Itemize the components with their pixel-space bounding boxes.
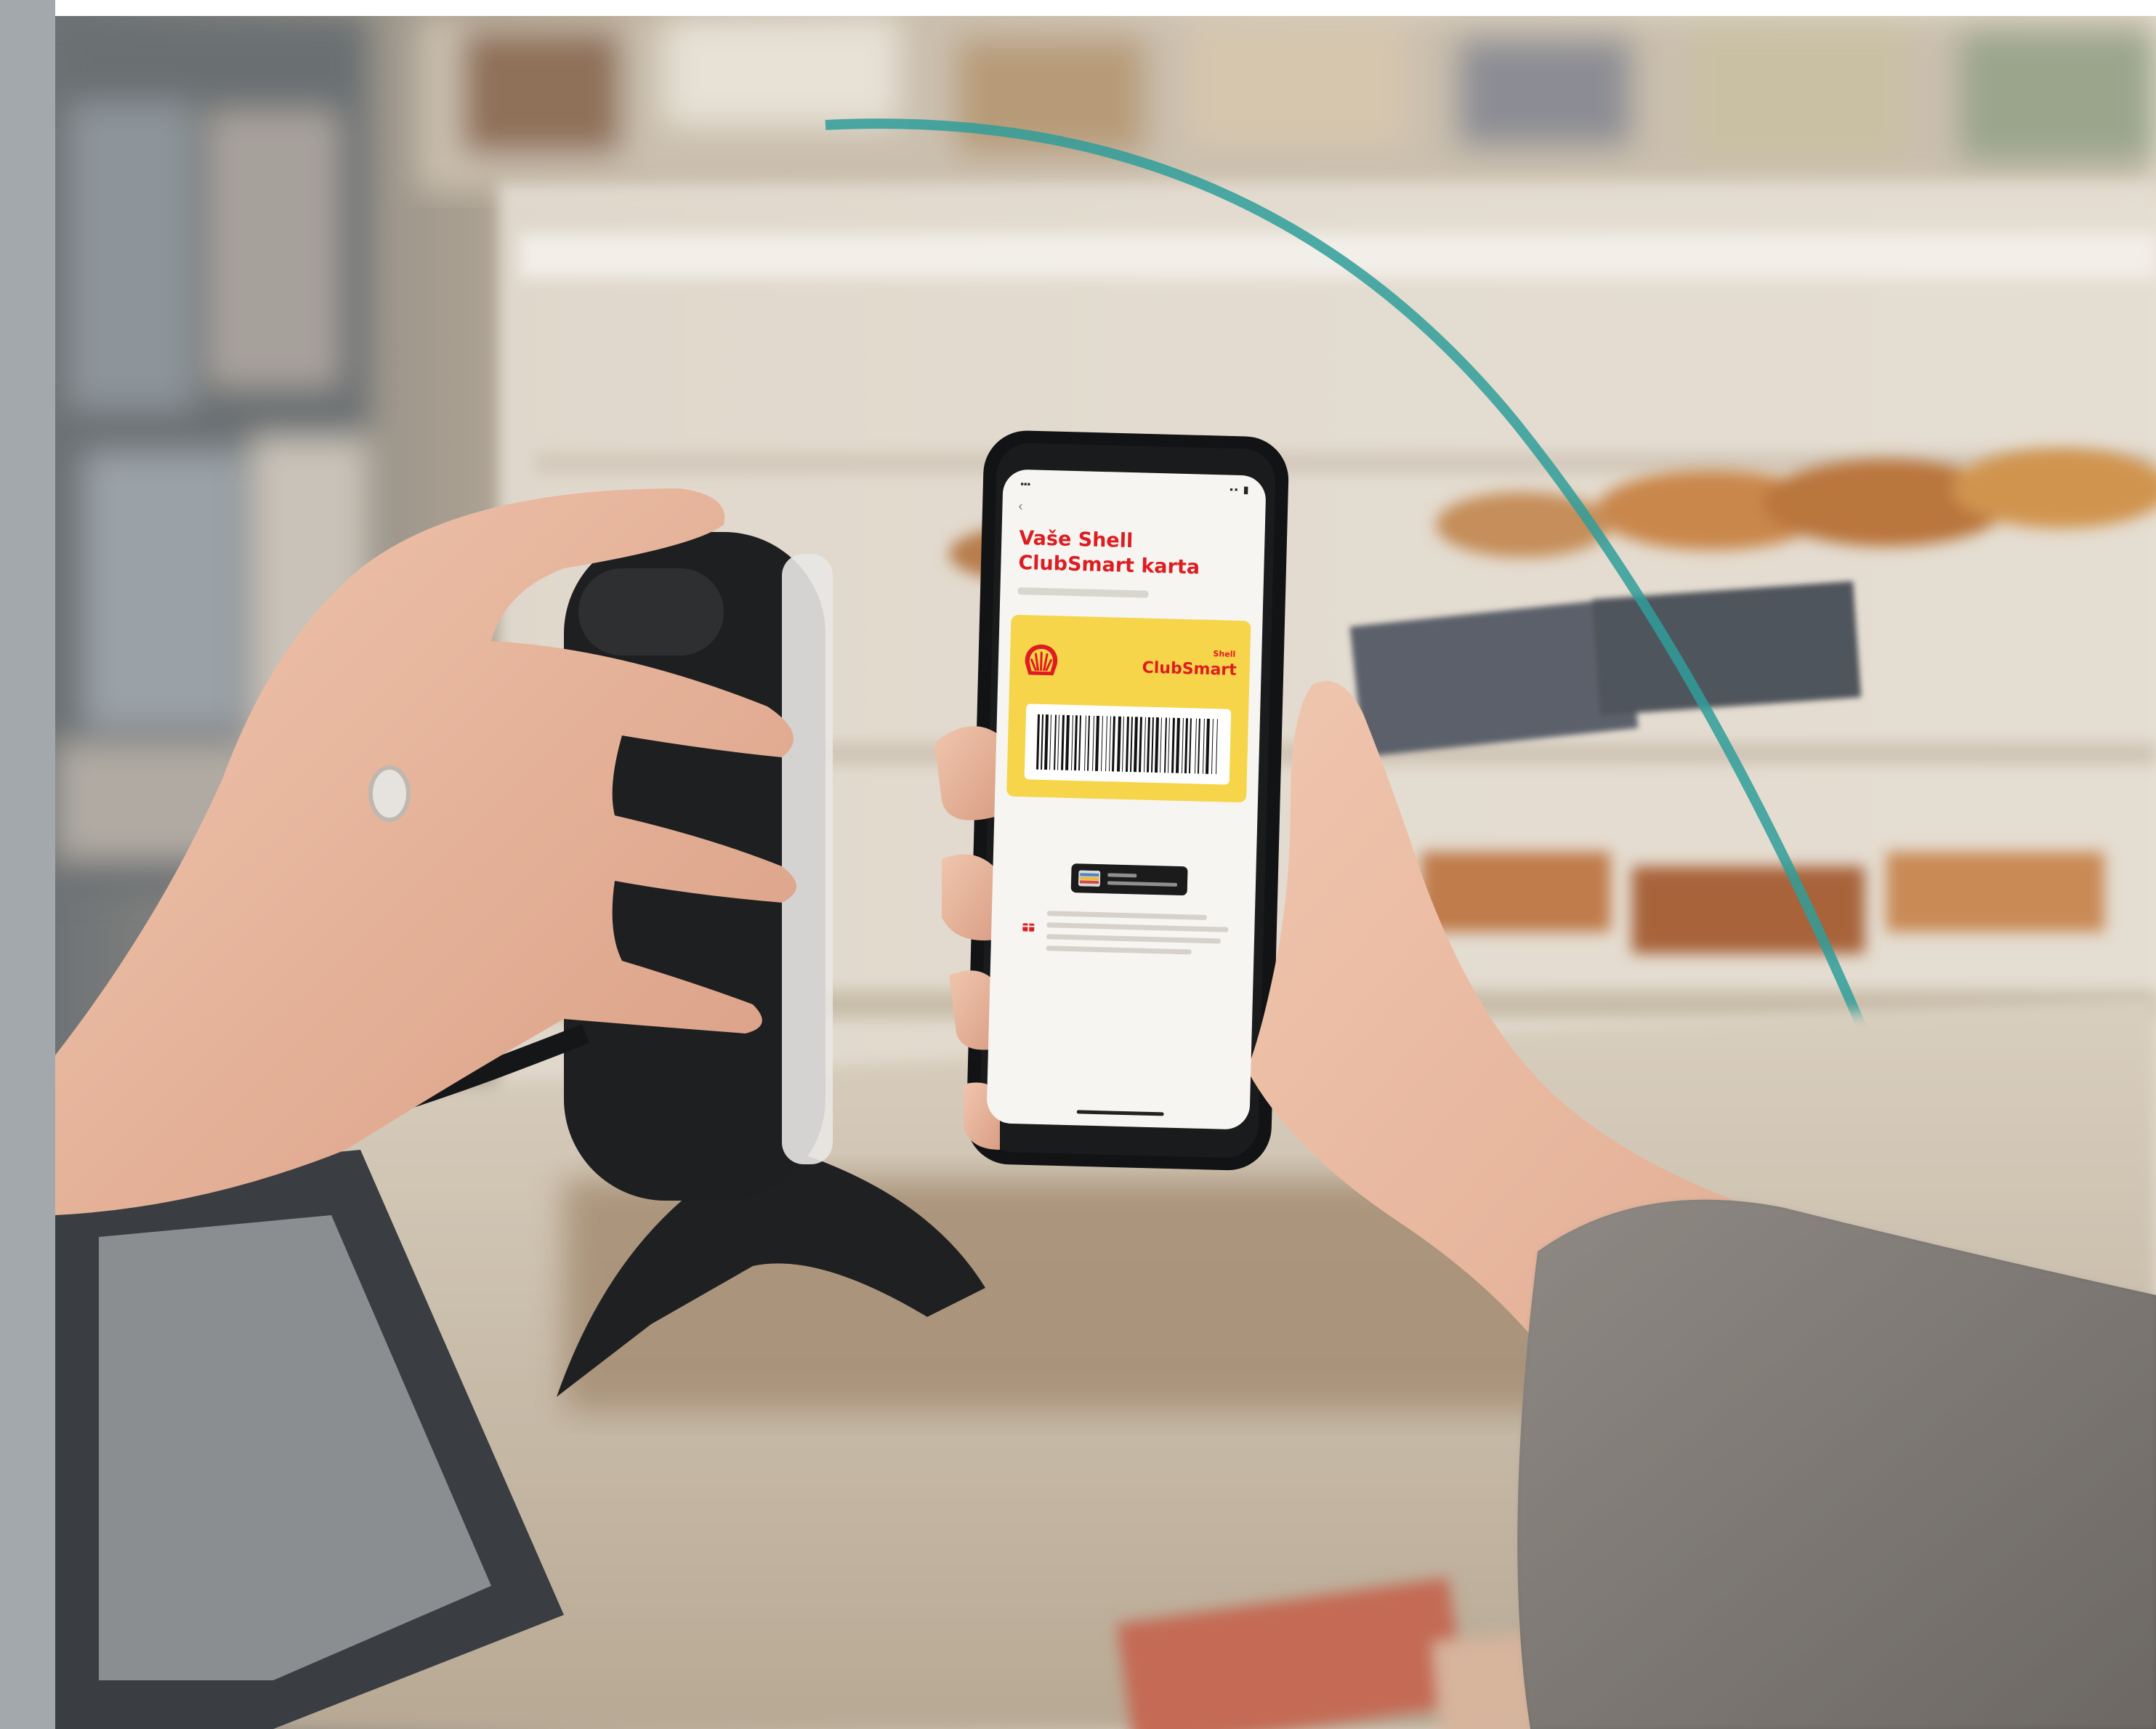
- barcode-bar: [1181, 718, 1184, 774]
- card-brand-title: ClubSmart: [1142, 658, 1238, 680]
- barcode-bar: [1150, 717, 1154, 773]
- barcode-bar: [1197, 718, 1200, 774]
- barcode-bar: [1101, 716, 1103, 772]
- barcode-bar: [1074, 715, 1078, 771]
- barcode-bar: [1184, 718, 1188, 774]
- barcode-bar: [1129, 717, 1133, 773]
- info-text-line: [1046, 922, 1229, 932]
- barcode-bar: [1167, 717, 1170, 773]
- info-text-line: [1046, 911, 1207, 920]
- barcode-bar: [1205, 718, 1210, 774]
- loyalty-card[interactable]: Shell ClubSmart: [1006, 614, 1251, 803]
- barcode-bar: [1146, 717, 1150, 773]
- phone-screen: ▪▪▪ ▪▪ ▮ ‹ Vaše Shell ClubSmart karta Sh…: [986, 469, 1267, 1130]
- info-text-line: [1046, 946, 1192, 955]
- barcode-bar: [1215, 719, 1218, 775]
- barcode-bar: [1112, 716, 1115, 772]
- barcode-bar: [1071, 715, 1074, 771]
- barcode-bar: [1092, 715, 1095, 771]
- shell-logo-icon: [1025, 644, 1058, 676]
- barcode-bar: [1154, 717, 1159, 773]
- barcode-bar: [1143, 717, 1146, 773]
- barcode-bar: [1087, 715, 1091, 771]
- barcode-bar: [1116, 716, 1121, 772]
- barcode-bar: [1109, 716, 1111, 772]
- barcode-bar: [1095, 715, 1099, 771]
- barcode-bar: [1041, 714, 1044, 770]
- barcode-bar: [1057, 714, 1060, 770]
- barcode-bar: [1133, 717, 1138, 773]
- barcode-bar: [1194, 718, 1197, 774]
- barcode-bar: [1078, 715, 1082, 771]
- subtitle-placeholder: [1017, 587, 1149, 598]
- card-brand-small: Shell: [1213, 649, 1236, 659]
- gift-icon: [1022, 921, 1035, 932]
- blurred-top-shelves: [419, 16, 2156, 190]
- barcode-bar: [1044, 714, 1049, 770]
- left-grey-strip: [0, 0, 55, 1729]
- status-time: ▪▪▪: [1020, 478, 1031, 490]
- barcode-bar: [1138, 717, 1142, 773]
- wallet-text-line: [1107, 881, 1178, 887]
- barcode-bar: [1049, 714, 1052, 770]
- barcode-bar: [1188, 718, 1192, 774]
- barcode-bar: [1061, 714, 1065, 770]
- barcode-bar: [1121, 716, 1124, 772]
- wallet-icon: [1078, 870, 1101, 887]
- wallet-text-line: [1107, 873, 1137, 878]
- add-to-wallet-button[interactable]: [1070, 863, 1188, 896]
- barcode-bar: [1171, 717, 1175, 773]
- barcode-bar: [1084, 715, 1087, 771]
- barcode-bar: [1125, 716, 1129, 773]
- barcode-bar: [1036, 714, 1041, 770]
- signal-battery-icon: ▪▪ ▮: [1230, 483, 1251, 496]
- photo-page: ▪▪▪ ▪▪ ▮ ‹ Vaše Shell ClubSmart karta Sh…: [0, 0, 2156, 1729]
- info-text-line: [1046, 934, 1222, 944]
- barcode-bar: [1163, 717, 1167, 773]
- barcode-bar: [1202, 718, 1205, 774]
- screen-title: Vaše Shell ClubSmart karta: [1018, 527, 1200, 579]
- barcode-bar: [1054, 714, 1057, 770]
- home-indicator: [1076, 1110, 1164, 1116]
- barcode-panel: [1024, 704, 1232, 785]
- back-arrow-icon[interactable]: ‹: [1018, 499, 1030, 513]
- barcode-bar: [1175, 717, 1180, 773]
- barcode-bar: [1105, 716, 1107, 772]
- barcode-bar: [1065, 714, 1070, 770]
- barcode-bar: [1159, 717, 1162, 773]
- barcode-bar: [1211, 719, 1214, 775]
- barcode-image: [1036, 714, 1218, 775]
